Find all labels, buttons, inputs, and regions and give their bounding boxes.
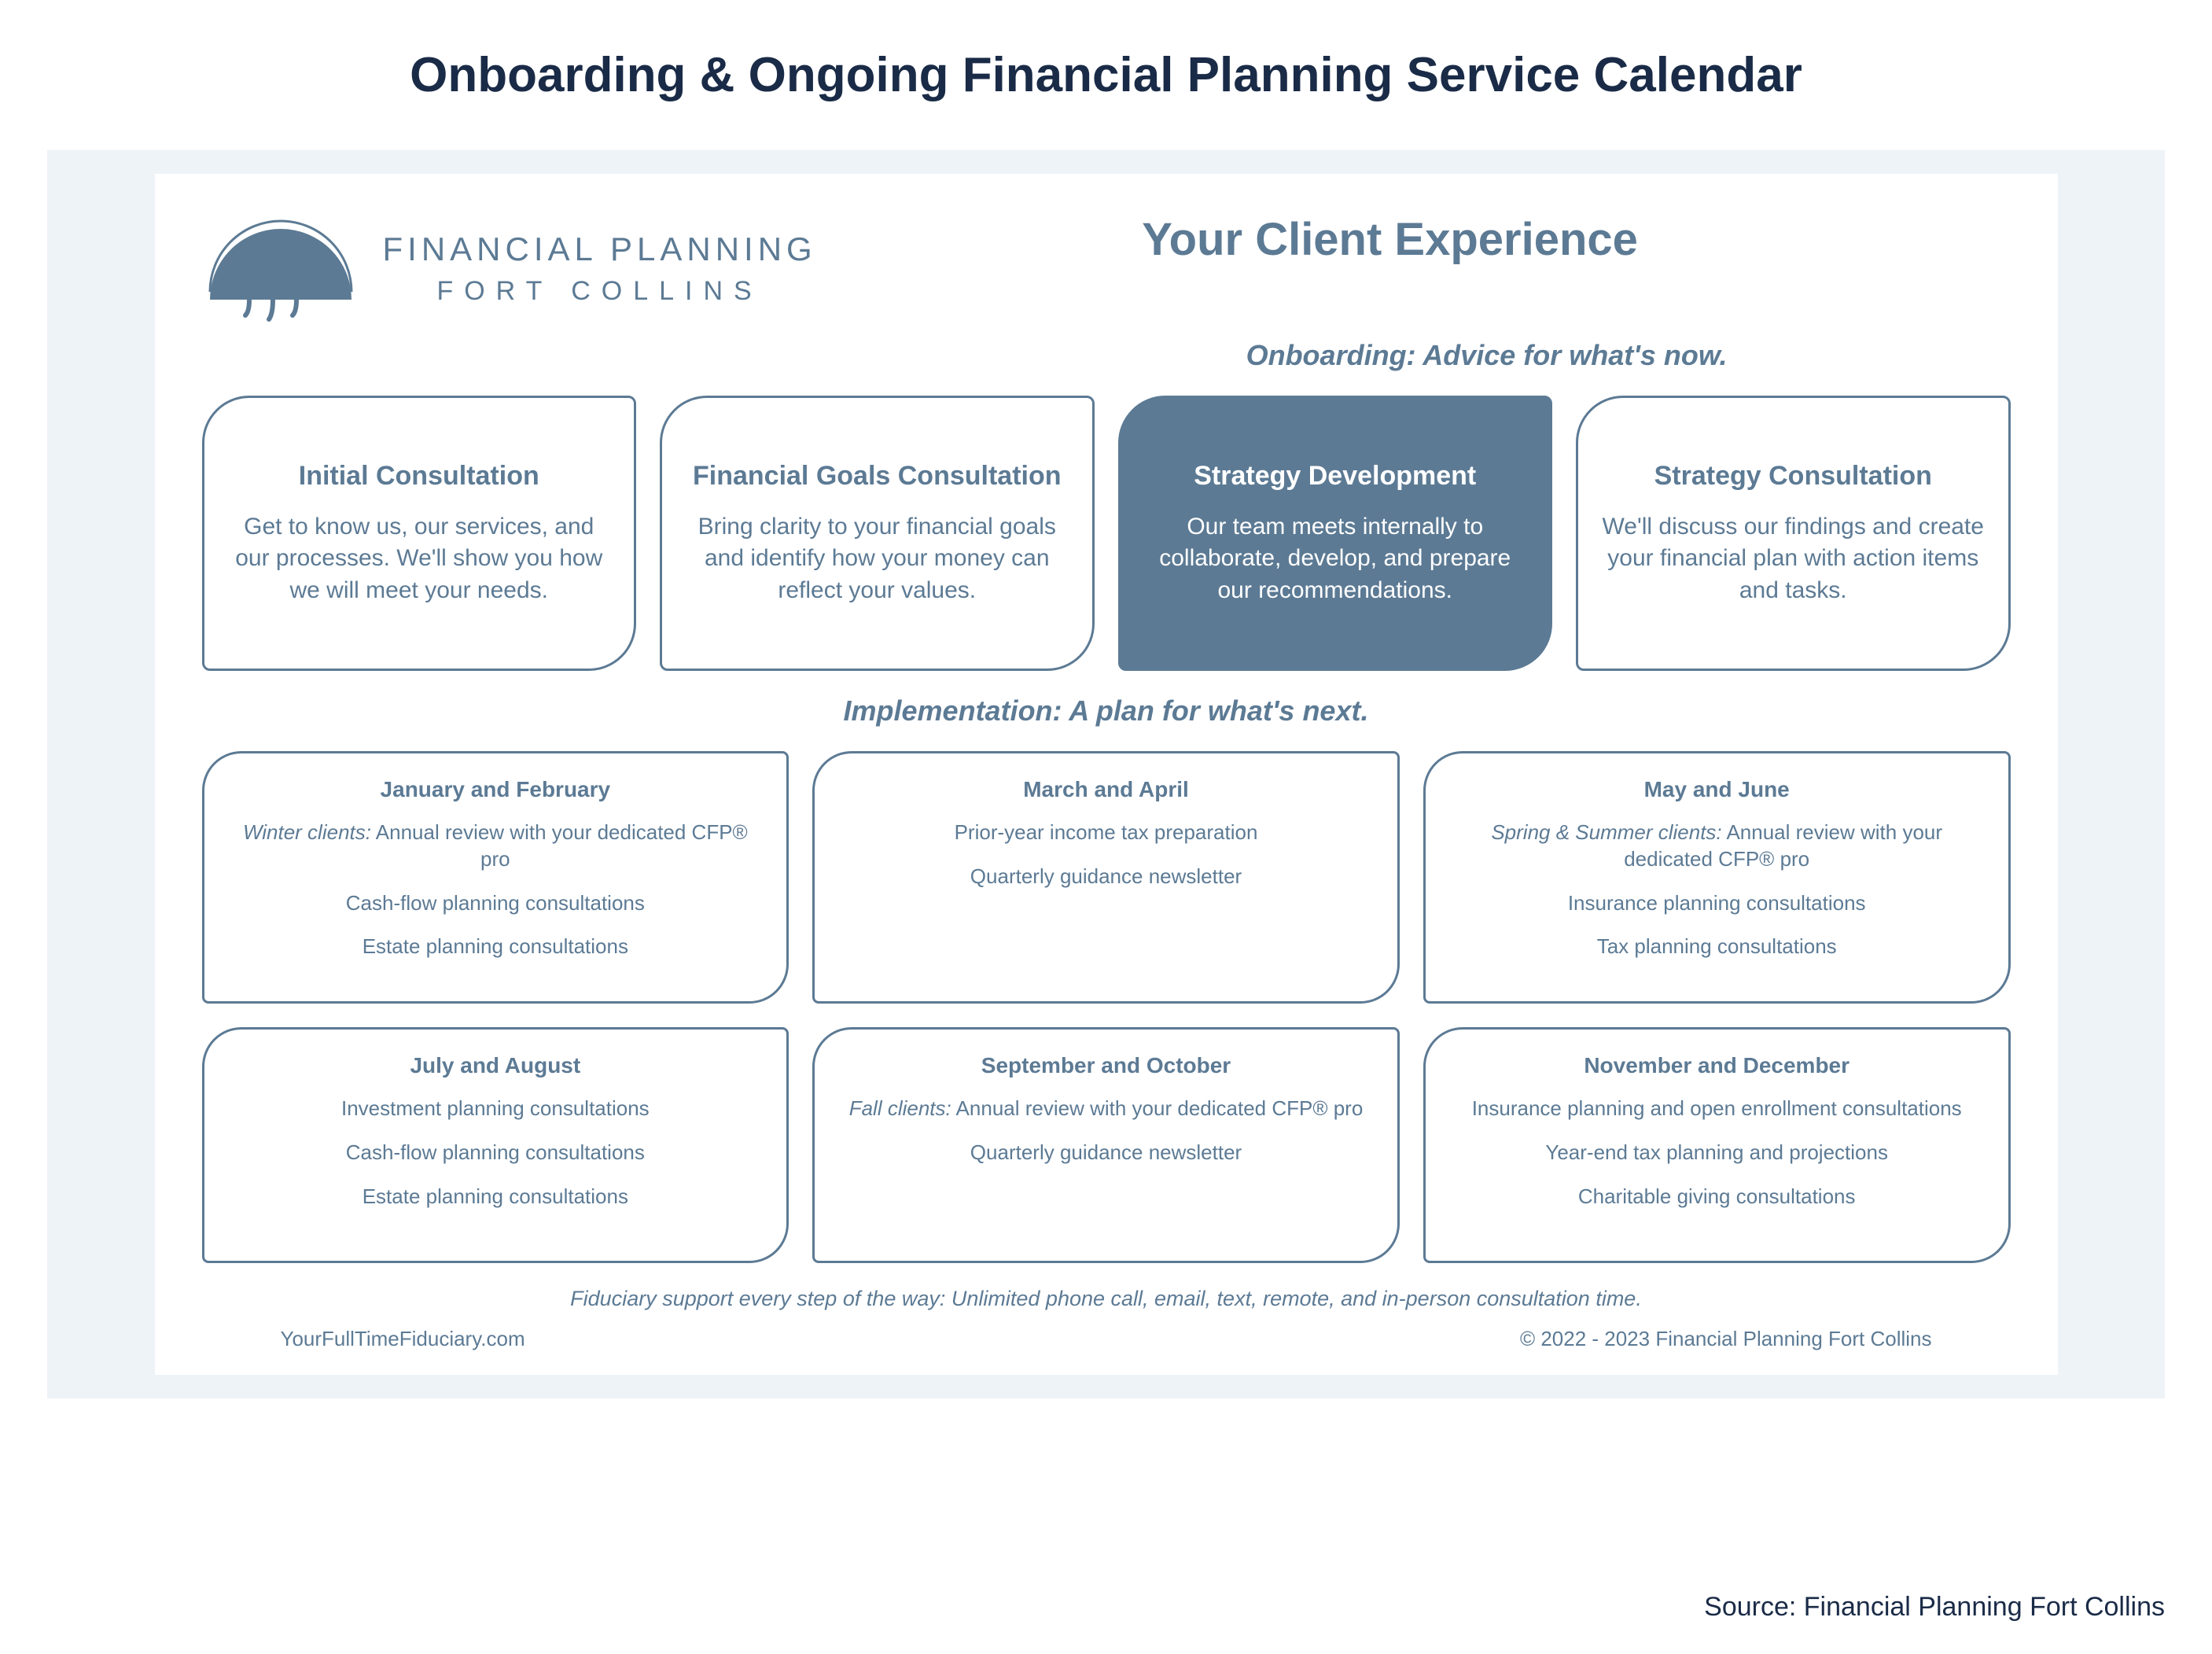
month-line: Insurance planning consultations xyxy=(1449,890,1985,917)
stage-title: Initial Consultation xyxy=(228,460,611,492)
source-attribution: Source: Financial Planning Fort Collins xyxy=(1704,1592,2165,1623)
onboarding-stages-row: Initial Consultation Get to know us, our… xyxy=(202,396,2011,671)
month-line: Tax planning consultations xyxy=(1449,934,1985,960)
month-sep-oct: September and October Fall clients: Annu… xyxy=(812,1027,1400,1263)
implementation-subhead: Implementation: A plan for what's next. xyxy=(202,694,2011,728)
stage-body: Our team meets internally to collaborate… xyxy=(1144,511,1527,607)
calendar-row-1: January and February Winter clients: Ann… xyxy=(202,751,2011,1004)
month-title: March and April xyxy=(838,777,1374,802)
month-title: July and August xyxy=(228,1053,764,1078)
stage-title: Financial Goals Consultation xyxy=(686,460,1069,492)
header-row: FINANCIAL PLANNING FORT COLLINS Your Cli… xyxy=(202,213,2011,323)
footer-url: YourFullTimeFiduciary.com xyxy=(281,1327,525,1351)
brand-line1: FINANCIAL PLANNING xyxy=(383,228,817,271)
month-title: November and December xyxy=(1449,1053,1985,1078)
stage-strategy-development: Strategy Development Our team meets inte… xyxy=(1118,396,1553,671)
month-may-jun: May and June Spring & Summer clients: An… xyxy=(1423,751,2011,1004)
month-line: Estate planning consultations xyxy=(228,1184,764,1210)
background-panel: FINANCIAL PLANNING FORT COLLINS Your Cli… xyxy=(47,150,2165,1398)
onboarding-subhead: Onboarding: Advice for what's now. xyxy=(202,339,2011,372)
experience-title: Your Client Experience xyxy=(770,213,2011,266)
month-line: Quarterly guidance newsletter xyxy=(838,864,1374,890)
month-line: Prior-year income tax preparation xyxy=(838,820,1374,846)
stage-strategy-consultation: Strategy Consultation We'll discuss our … xyxy=(1576,396,2011,671)
month-line: Spring & Summer clients: Annual review w… xyxy=(1449,820,1985,873)
stage-body: Bring clarity to your financial goals an… xyxy=(686,511,1069,607)
fiduciary-line: Fiduciary support every step of the way:… xyxy=(202,1287,2011,1311)
month-line: Cash-flow planning consultations xyxy=(228,1140,764,1166)
stage-body: Get to know us, our services, and our pr… xyxy=(228,511,611,607)
page-title: Onboarding & Ongoing Financial Planning … xyxy=(47,47,2165,103)
stage-body: We'll discuss our findings and create yo… xyxy=(1602,511,1985,607)
month-line: Estate planning consultations xyxy=(228,934,764,960)
month-line: Cash-flow planning consultations xyxy=(228,890,764,917)
month-line: Investment planning consultations xyxy=(228,1096,764,1122)
brand-block: FINANCIAL PLANNING FORT COLLINS xyxy=(202,213,817,323)
month-title: January and February xyxy=(228,777,764,802)
main-card: FINANCIAL PLANNING FORT COLLINS Your Cli… xyxy=(155,174,2058,1375)
calendar-row-2: July and August Investment planning cons… xyxy=(202,1027,2011,1263)
month-jul-aug: July and August Investment planning cons… xyxy=(202,1027,789,1263)
card-footer: YourFullTimeFiduciary.com © 2022 - 2023 … xyxy=(202,1327,2011,1351)
month-title: September and October xyxy=(838,1053,1374,1078)
brand-line2: FORT COLLINS xyxy=(383,274,817,308)
stage-initial-consultation: Initial Consultation Get to know us, our… xyxy=(202,396,637,671)
stage-financial-goals: Financial Goals Consultation Bring clari… xyxy=(660,396,1095,671)
month-jan-feb: January and February Winter clients: Ann… xyxy=(202,751,789,1004)
month-line: Insurance planning and open enrollment c… xyxy=(1449,1096,1985,1122)
month-line: Winter clients: Annual review with your … xyxy=(228,820,764,873)
umbrella-icon xyxy=(202,213,359,323)
stage-title: Strategy Development xyxy=(1144,460,1527,492)
month-line: Year-end tax planning and projections xyxy=(1449,1140,1985,1166)
month-line: Fall clients: Annual review with your de… xyxy=(838,1096,1374,1122)
month-title: May and June xyxy=(1449,777,1985,802)
brand-text: FINANCIAL PLANNING FORT COLLINS xyxy=(383,228,817,309)
month-nov-dec: November and December Insurance planning… xyxy=(1423,1027,2011,1263)
stage-title: Strategy Consultation xyxy=(1602,460,1985,492)
month-line: Quarterly guidance newsletter xyxy=(838,1140,1374,1166)
month-line: Charitable giving consultations xyxy=(1449,1184,1985,1210)
month-mar-apr: March and April Prior-year income tax pr… xyxy=(812,751,1400,1004)
footer-copyright: © 2022 - 2023 Financial Planning Fort Co… xyxy=(1520,1327,1932,1351)
